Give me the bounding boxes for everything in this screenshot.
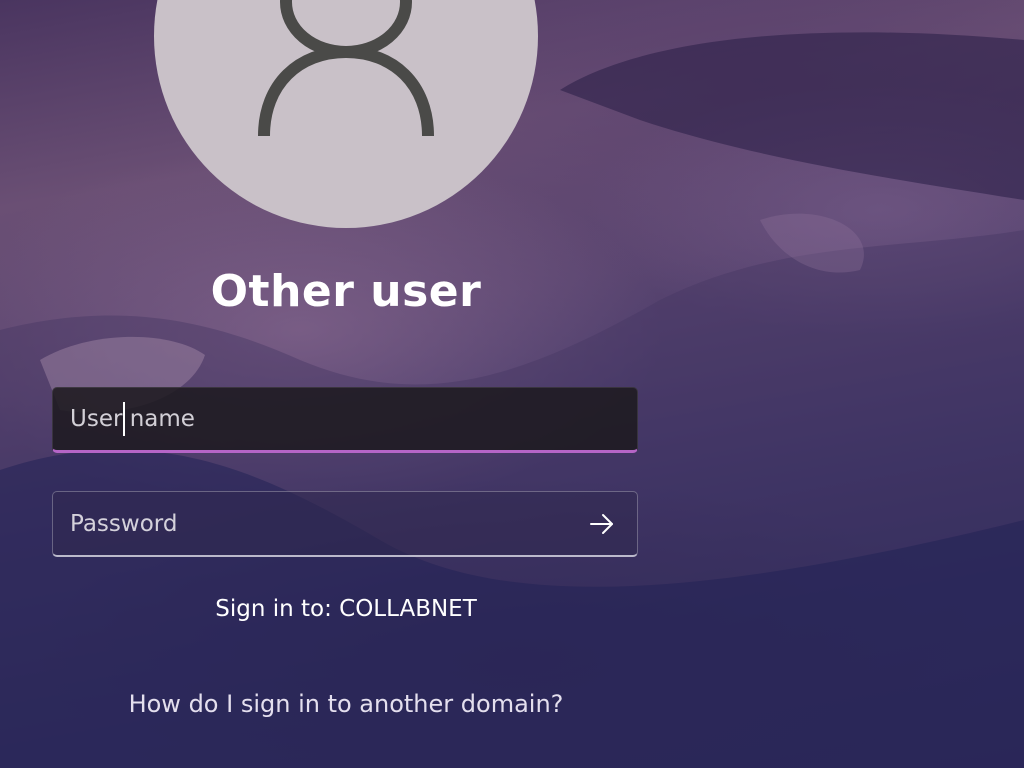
arrow-right-icon — [590, 514, 613, 534]
signin-domain-label: Sign in to: COLLABNET — [215, 596, 477, 622]
password-input[interactable] — [53, 492, 637, 555]
submit-button[interactable] — [585, 507, 619, 541]
password-field[interactable] — [52, 491, 638, 557]
domain-help-link[interactable]: How do I sign in to another domain? — [52, 690, 640, 718]
person-icon — [258, 0, 434, 137]
username-input[interactable] — [53, 388, 637, 450]
text-caret — [123, 402, 125, 436]
username-field[interactable] — [52, 387, 638, 453]
user-avatar — [154, 0, 538, 228]
user-display-name: Other user — [210, 266, 482, 317]
login-screen: Other user Sign in to: COLLABNET How do … — [0, 0, 1024, 768]
